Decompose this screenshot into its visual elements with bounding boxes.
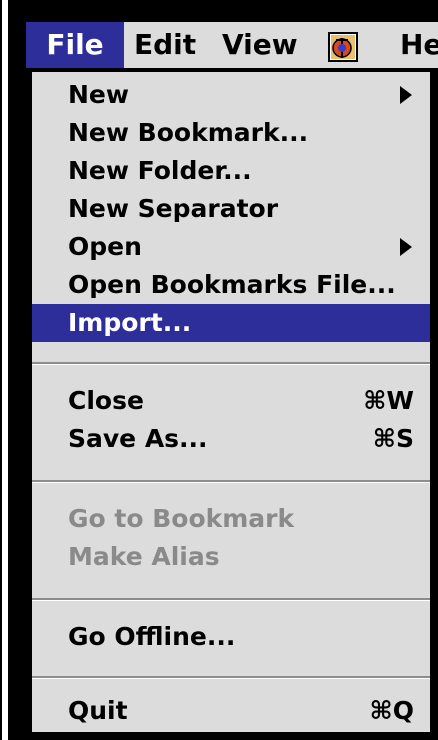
menu-item-close[interactable]: Close ⌘W <box>32 382 430 420</box>
menu-item-label: Quit <box>68 696 128 725</box>
menu-item-label: Open <box>68 232 142 261</box>
menu-item-quit[interactable]: Quit ⌘Q <box>32 692 430 730</box>
menu-shadow <box>432 78 438 740</box>
menu-item-save-as[interactable]: Save As... ⌘S <box>32 420 430 458</box>
menu-item-import[interactable]: Import... <box>32 304 430 342</box>
menu-shadow-bottom <box>36 734 438 740</box>
shortcut-label: ⌘Q <box>369 696 414 725</box>
menu-file[interactable]: File <box>26 22 124 68</box>
menu-item-label: Save As... <box>68 424 208 453</box>
menu-separator <box>32 480 430 483</box>
menu-bar: File Edit View He <box>26 22 438 70</box>
menu-view[interactable]: View <box>222 22 298 68</box>
menu-item-open[interactable]: Open <box>32 228 430 266</box>
menu-edit[interactable]: Edit <box>134 22 196 68</box>
menu-item-label: Open Bookmarks File... <box>68 270 396 299</box>
menu-item-label: New Separator <box>68 194 279 223</box>
menu-item-label: New Bookmark... <box>68 118 309 147</box>
menu-item-make-alias: Make Alias <box>32 538 430 576</box>
submenu-arrow-icon <box>400 86 412 104</box>
menu-item-label: Close <box>68 386 144 415</box>
submenu-arrow-icon <box>400 238 412 256</box>
menu-separator <box>32 598 430 601</box>
menu-item-label: New <box>68 80 129 109</box>
menu-item-label: Import... <box>68 308 192 337</box>
menu-item-label: New Folder... <box>68 156 252 185</box>
menu-item-new-bookmark[interactable]: New Bookmark... <box>32 114 430 152</box>
menu-separator <box>32 362 430 365</box>
menu-item-label: Make Alias <box>68 542 220 571</box>
menu-item-label: Go to Bookmark <box>68 504 295 533</box>
netscape-app-icon[interactable] <box>328 30 358 62</box>
menu-item-open-bookmarks-file[interactable]: Open Bookmarks File... <box>32 266 430 304</box>
menu-help[interactable]: He <box>400 22 438 68</box>
menu-item-go-to-bookmark: Go to Bookmark <box>32 500 430 538</box>
menu-item-new[interactable]: New <box>32 76 430 114</box>
file-menu-dropdown: New New Bookmark... New Folder... New Se… <box>30 70 432 734</box>
menu-item-new-folder[interactable]: New Folder... <box>32 152 430 190</box>
menu-separator <box>32 676 430 679</box>
shortcut-label: ⌘S <box>372 424 414 453</box>
shortcut-label: ⌘W <box>363 386 414 415</box>
menu-item-new-separator[interactable]: New Separator <box>32 190 430 228</box>
menu-item-label: Go Offline... <box>68 622 236 651</box>
menu-item-go-offline[interactable]: Go Offline... <box>32 618 430 656</box>
window-edge-highlight <box>2 0 8 740</box>
